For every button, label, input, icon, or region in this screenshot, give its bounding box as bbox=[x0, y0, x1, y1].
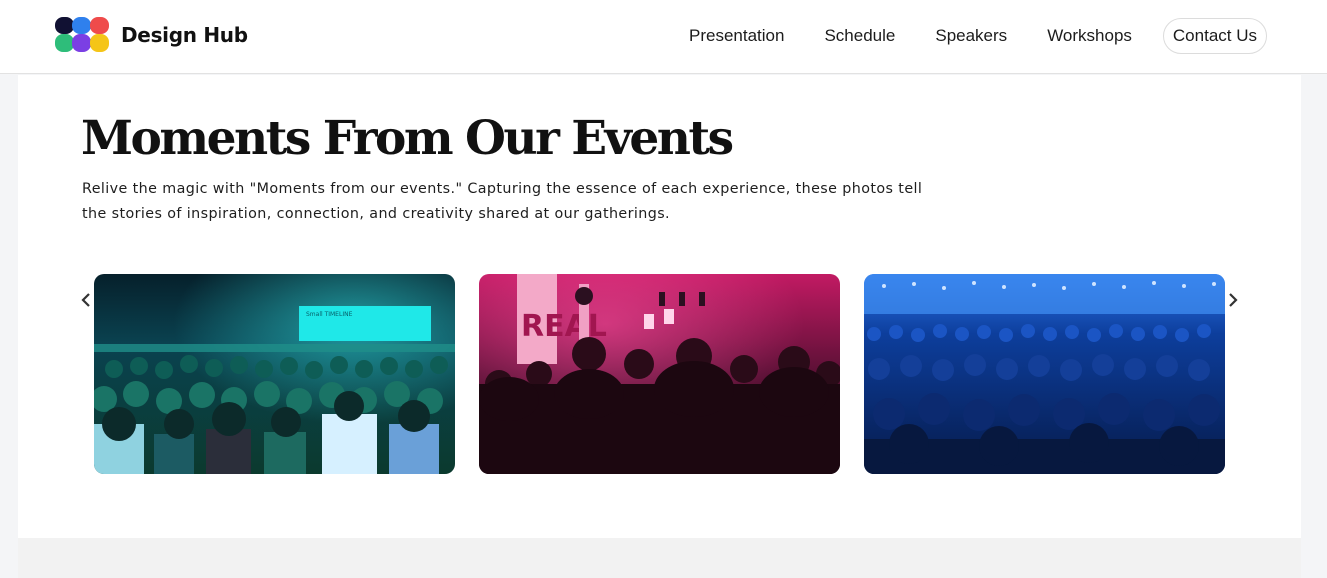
brand[interactable]: Design Hub bbox=[55, 17, 248, 53]
event-photo-3[interactable] bbox=[864, 274, 1225, 474]
nav-presentation[interactable]: Presentation bbox=[689, 26, 784, 46]
contact-us-button[interactable]: Contact Us bbox=[1162, 18, 1267, 54]
chevron-right-icon[interactable] bbox=[1224, 290, 1242, 310]
top-navbar: Design Hub Presentation Schedule Speaker… bbox=[0, 0, 1327, 74]
brand-name: Design Hub bbox=[121, 23, 248, 47]
event-photo-1[interactable]: Small TIMELINE bbox=[94, 274, 455, 474]
nav-speakers[interactable]: Speakers bbox=[935, 26, 1007, 46]
multicolor-blob-logo-icon bbox=[55, 17, 109, 53]
nav-schedule[interactable]: Schedule bbox=[824, 26, 895, 46]
nav-workshops[interactable]: Workshops bbox=[1047, 26, 1132, 46]
event-photo-2[interactable]: REAL bbox=[479, 274, 840, 474]
chevron-left-icon[interactable] bbox=[77, 290, 95, 310]
section-description: Relive the magic with "Moments from our … bbox=[82, 181, 923, 222]
main-nav: Presentation Schedule Speakers Workshops… bbox=[689, 18, 1267, 54]
section-title: Moments From Our Events bbox=[81, 111, 734, 166]
stage-screen-text: Small TIMELINE bbox=[306, 311, 353, 318]
footer-band bbox=[18, 538, 1301, 578]
